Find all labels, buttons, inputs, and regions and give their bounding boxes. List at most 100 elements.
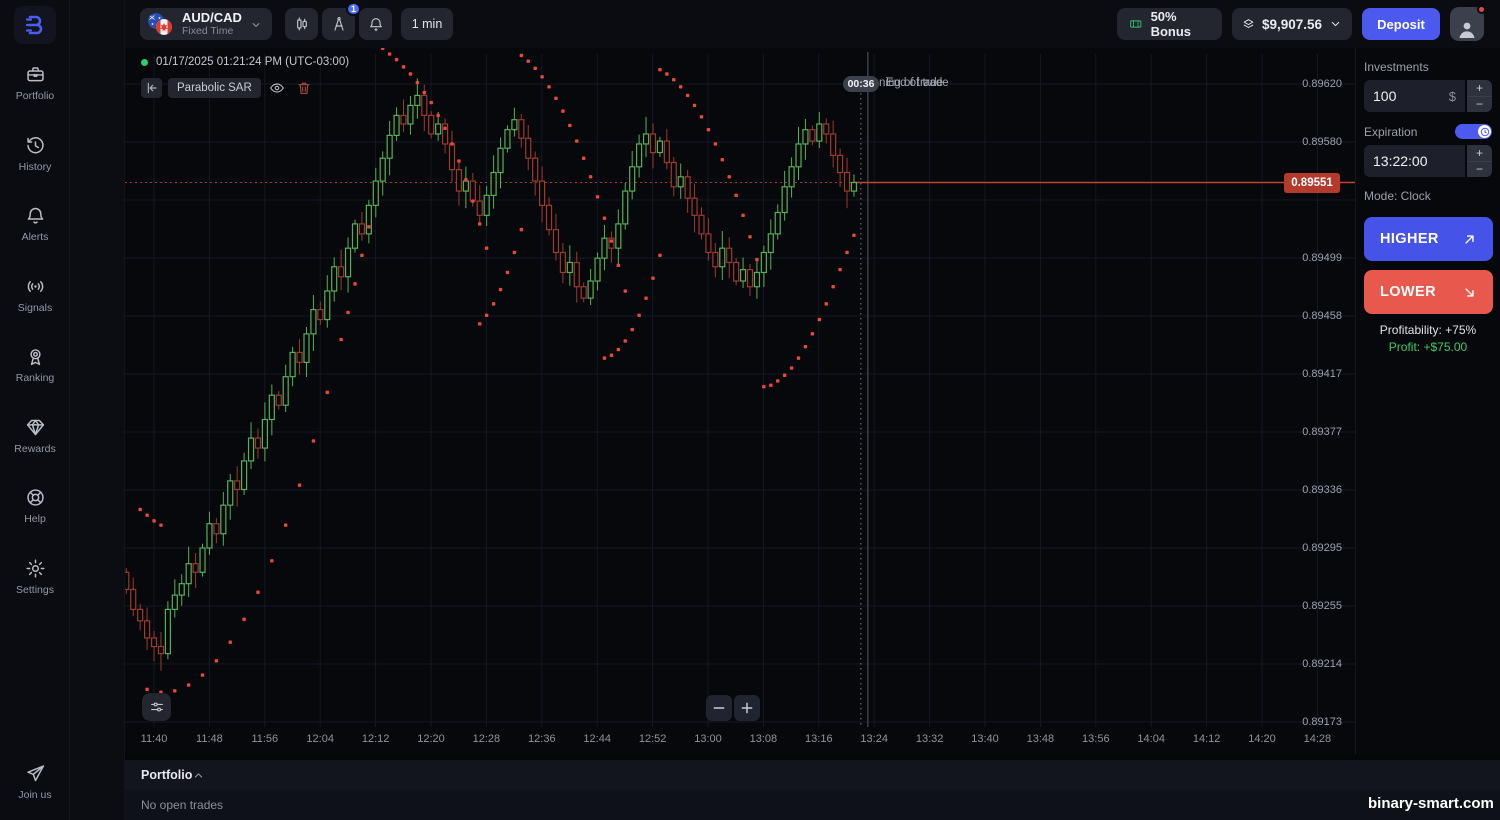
investment-value: 100 [1373, 88, 1396, 104]
profitability-line: Profitability: +75% [1364, 323, 1492, 337]
lifebuoy-icon [25, 487, 46, 508]
chevron-down-icon [250, 18, 262, 30]
bell-plus-icon [368, 16, 384, 32]
price-axis-label: 0.89580 [1280, 136, 1342, 148]
lower-button[interactable]: LOWER [1364, 270, 1493, 314]
bonus-button[interactable]: 50% Bonus [1117, 8, 1222, 40]
investment-decrease-button[interactable]: − [1467, 97, 1492, 113]
paper-plane-icon [25, 763, 46, 784]
price-axis-label: 0.89336 [1280, 484, 1342, 496]
time-axis-label: 12:28 [464, 733, 508, 745]
arrow-down-right-icon [1462, 285, 1477, 300]
chart-type-button[interactable] [285, 8, 318, 40]
compass-icon [331, 16, 347, 32]
time-axis-label: 13:08 [741, 733, 785, 745]
profit-line: Profit: +$75.00 [1364, 340, 1492, 354]
briefcase-icon [25, 64, 46, 85]
time-axis-label: 12:44 [575, 733, 619, 745]
price-axis-label: 0.89499 [1280, 252, 1342, 264]
currency-symbol: $ [1449, 89, 1456, 104]
investments-label: Investments [1364, 60, 1492, 74]
expiration-stepper: + − [1467, 145, 1492, 177]
price-axis-label: 0.89173 [1280, 716, 1342, 728]
sidebar-item-help[interactable]: Help [0, 487, 70, 525]
price-axis-label: 0.89255 [1280, 600, 1342, 612]
sidebar-item-alerts[interactable]: Alerts [0, 205, 70, 243]
app-logo[interactable] [14, 6, 56, 44]
person-icon [1455, 17, 1479, 41]
ticket-icon [1129, 16, 1143, 32]
add-alert-button[interactable] [359, 8, 392, 40]
sidebar-item-join-us[interactable]: Join us [0, 763, 70, 801]
price-axis-label: 0.89458 [1280, 310, 1342, 322]
investment-increase-button[interactable]: + [1467, 80, 1492, 97]
time-axis-label: 13:48 [1018, 733, 1062, 745]
sidebar-item-portfolio[interactable]: Portfolio [0, 64, 70, 102]
sidebar-item-ranking[interactable]: Ranking [0, 346, 70, 384]
timeframe-button[interactable]: 1 min [401, 8, 453, 40]
time-axis-label: 11:40 [132, 733, 176, 745]
chart-settings-button[interactable] [142, 693, 171, 721]
bell-icon [25, 205, 46, 226]
price-axis-label: 0.89620 [1280, 78, 1342, 90]
asset-selector[interactable]: AUD/CAD Fixed Time [140, 8, 272, 40]
trade-markers: Beginning of trade 00:36 End of trade [125, 76, 1355, 92]
time-axis-label: 14:20 [1240, 733, 1284, 745]
sidebar-item-label: History [19, 161, 52, 173]
avatar[interactable] [1450, 7, 1484, 41]
time-axis-label: 13:40 [963, 733, 1007, 745]
connection-status-dot [141, 59, 148, 66]
price-axis-label: 0.89377 [1280, 426, 1342, 438]
expiration-input[interactable]: 13:22:00 [1364, 145, 1465, 177]
portfolio-header[interactable]: Portfolio [125, 760, 1500, 790]
chart-area[interactable]: 01/17/2025 01:21:24 PM (UTC-03:00) Parab… [125, 48, 1355, 755]
trophy-icon [25, 346, 46, 367]
sidebar-item-rewards[interactable]: Rewards [0, 417, 70, 455]
balance-selector[interactable]: $9,907.56 [1232, 8, 1352, 40]
higher-button[interactable]: HIGHER [1364, 217, 1493, 261]
expiration-increase-button[interactable]: + [1467, 145, 1492, 162]
time-axis-label: 13:56 [1074, 733, 1118, 745]
arrow-up-right-icon [1462, 232, 1477, 247]
current-price-badge: 0.89551 [1284, 173, 1340, 193]
deposit-button[interactable]: Deposit [1362, 8, 1440, 40]
time-axis-label: 14:28 [1295, 733, 1339, 745]
time-axis-label: 14:12 [1185, 733, 1229, 745]
expiration-mode-toggle[interactable] [1455, 124, 1492, 139]
price-axis-label: 0.89295 [1280, 542, 1342, 554]
zoom-out-button[interactable] [706, 695, 732, 721]
time-axis-label: 12:04 [298, 733, 342, 745]
asset-pair: AUD/CAD [182, 11, 242, 25]
sidebar-item-label: Help [24, 513, 46, 525]
sidebar-item-settings[interactable]: Settings [0, 558, 70, 596]
portfolio-title: Portfolio [141, 768, 192, 782]
zoom-in-button[interactable] [734, 695, 760, 721]
chart-timestamp: 01/17/2025 01:21:24 PM (UTC-03:00) [156, 56, 349, 68]
sliders-icon [149, 699, 165, 715]
investment-input[interactable]: 100 $ [1364, 80, 1465, 112]
trade-panel: Investments 100 $ + − Expiration 13:22:0… [1355, 48, 1500, 755]
expiration-label: Expiration [1364, 125, 1417, 139]
sidebar-item-history[interactable]: History [0, 135, 70, 173]
expiration-value: 13:22:00 [1373, 153, 1428, 169]
sidebar-item-signals[interactable]: Signals [0, 276, 70, 314]
time-axis-label: 13:32 [908, 733, 952, 745]
chevron-up-icon[interactable] [192, 769, 205, 782]
time-axis-label: 12:20 [409, 733, 453, 745]
canada-flag-icon [156, 19, 172, 35]
drawing-tools-button[interactable]: 1 [322, 8, 355, 40]
asset-mode: Fixed Time [182, 25, 242, 37]
time-axis-label: 12:12 [354, 733, 398, 745]
price-axis-label: 0.89417 [1280, 368, 1342, 380]
time-axis-label: 13:24 [852, 733, 896, 745]
time-axis-label: 13:16 [797, 733, 841, 745]
sidebar-nav: Portfolio History Alerts Signals Ranking Rewa… [0, 0, 70, 820]
time-axis-label: 13:00 [686, 733, 730, 745]
expiration-decrease-button[interactable]: − [1467, 162, 1492, 178]
minus-icon [711, 700, 727, 716]
mode-line: Mode: Clock [1364, 189, 1492, 203]
chart-tabs-strip [70, 0, 125, 820]
investment-stepper: + − [1467, 80, 1492, 112]
notification-dot [1477, 5, 1486, 14]
higher-label: HIGHER [1380, 231, 1439, 247]
